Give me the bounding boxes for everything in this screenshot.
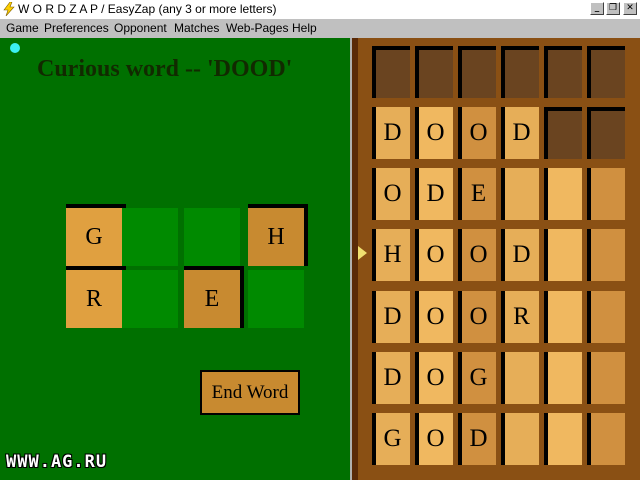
menu-web-pages[interactable]: Web-Pages — [226, 21, 288, 36]
grid-empty-slot — [544, 107, 582, 159]
grid-tile: O — [415, 107, 453, 159]
grid-tile: O — [415, 229, 453, 281]
maximize-button[interactable]: ❐ — [606, 2, 620, 15]
grid-letter: O — [426, 303, 445, 330]
rack-empty-slot[interactable] — [122, 270, 178, 328]
grid-letter: O — [383, 180, 402, 207]
tile-letter: G — [85, 224, 103, 250]
grid-letter: O — [469, 241, 488, 268]
grid-letter: D — [383, 119, 402, 146]
grid-empty-slot — [501, 46, 539, 98]
lightning-icon — [3, 2, 15, 16]
grid-tile: O — [415, 352, 453, 404]
menu-opponent[interactable]: Opponent — [114, 21, 167, 36]
play-area: Curious word -- 'DOOD' G H R E End Word WWW… — [0, 38, 352, 480]
grid-letter: D — [512, 119, 531, 146]
minimize-button[interactable]: _ — [590, 2, 604, 15]
grid-letter: G — [383, 425, 402, 452]
grid-letter: D — [469, 425, 488, 452]
grid-letter: O — [426, 364, 445, 391]
tile-letter: E — [204, 286, 220, 312]
grid-blank-tile — [544, 352, 582, 404]
grid-letter: O — [469, 303, 488, 330]
rack-empty-slot[interactable] — [122, 208, 178, 266]
grid-blank-tile — [501, 413, 539, 465]
grid-blank-tile — [544, 168, 582, 220]
grid-tile: O — [415, 413, 453, 465]
grid-letter: H — [383, 241, 402, 268]
grid-letter: O — [426, 425, 445, 452]
grid-tile: O — [415, 291, 453, 343]
grid-letter: D — [383, 364, 402, 391]
grid-letter: G — [469, 364, 488, 391]
grid-letter: R — [513, 303, 530, 330]
grid-tile: D — [501, 107, 539, 159]
watermark: WWW.AG.RU — [6, 452, 108, 472]
menu-bar: Game Preferences Opponent Matches Web-Pa… — [0, 19, 640, 39]
grid-tile: E — [458, 168, 496, 220]
grid-blank-tile — [587, 229, 625, 281]
grid-empty-slot — [544, 46, 582, 98]
word-grid: DOODODEHOODDOORDOGGOD — [358, 38, 640, 480]
grid-tile: G — [458, 352, 496, 404]
row-pointer-icon — [358, 246, 367, 260]
grid-tile: D — [415, 168, 453, 220]
rack-empty-slot[interactable] — [248, 270, 304, 328]
grid-letter: D — [426, 180, 445, 207]
menu-preferences[interactable]: Preferences — [44, 21, 109, 36]
window-title: W O R D Z A P / EasyZap (any 3 or more l… — [18, 2, 277, 16]
grid-letter: E — [470, 180, 487, 207]
grid-blank-tile — [544, 291, 582, 343]
grid-tile: O — [372, 168, 410, 220]
rack-tile-h[interactable]: H — [248, 208, 304, 266]
grid-tile: O — [458, 107, 496, 159]
rack-empty-slot[interactable] — [184, 208, 240, 266]
grid-blank-tile — [544, 229, 582, 281]
grid-empty-slot — [415, 46, 453, 98]
grid-empty-slot — [587, 46, 625, 98]
grid-tile: O — [458, 291, 496, 343]
grid-empty-slot — [458, 46, 496, 98]
grid-blank-tile — [587, 168, 625, 220]
tile-letter: R — [85, 286, 102, 312]
grid-tile: O — [458, 229, 496, 281]
grid-tile: D — [372, 107, 410, 159]
game-message: Curious word -- 'DOOD' — [37, 56, 293, 82]
grid-letter: D — [512, 241, 531, 268]
grid-tile: D — [458, 413, 496, 465]
grid-blank-tile — [544, 413, 582, 465]
grid-blank-tile — [587, 352, 625, 404]
menu-matches[interactable]: Matches — [174, 21, 219, 36]
menu-game[interactable]: Game — [6, 21, 39, 36]
title-bar: W O R D Z A P / EasyZap (any 3 or more l… — [0, 0, 640, 20]
grid-tile: R — [501, 291, 539, 343]
rack-tile-r[interactable]: R — [66, 270, 122, 328]
grid-letter: D — [383, 303, 402, 330]
grid-tile: G — [372, 413, 410, 465]
grid-blank-tile — [587, 413, 625, 465]
grid-tile: D — [501, 229, 539, 281]
grid-empty-slot — [587, 107, 625, 159]
grid-empty-slot — [372, 46, 410, 98]
close-button[interactable]: ✕ — [623, 2, 637, 15]
grid-tile: D — [372, 352, 410, 404]
rack-tile-g[interactable]: G — [66, 208, 122, 266]
tile-letter: H — [267, 224, 285, 250]
grid-letter: O — [426, 119, 445, 146]
grid-letter: O — [469, 119, 488, 146]
end-word-button[interactable]: End Word — [200, 370, 300, 415]
rack-tile-e[interactable]: E — [184, 270, 240, 328]
status-dot — [10, 43, 20, 53]
grid-letter: O — [426, 241, 445, 268]
grid-blank-tile — [501, 352, 539, 404]
grid-blank-tile — [587, 291, 625, 343]
panel-divider — [350, 38, 358, 480]
grid-tile: H — [372, 229, 410, 281]
grid-blank-tile — [501, 168, 539, 220]
menu-help[interactable]: Help — [292, 21, 317, 36]
grid-tile: D — [372, 291, 410, 343]
